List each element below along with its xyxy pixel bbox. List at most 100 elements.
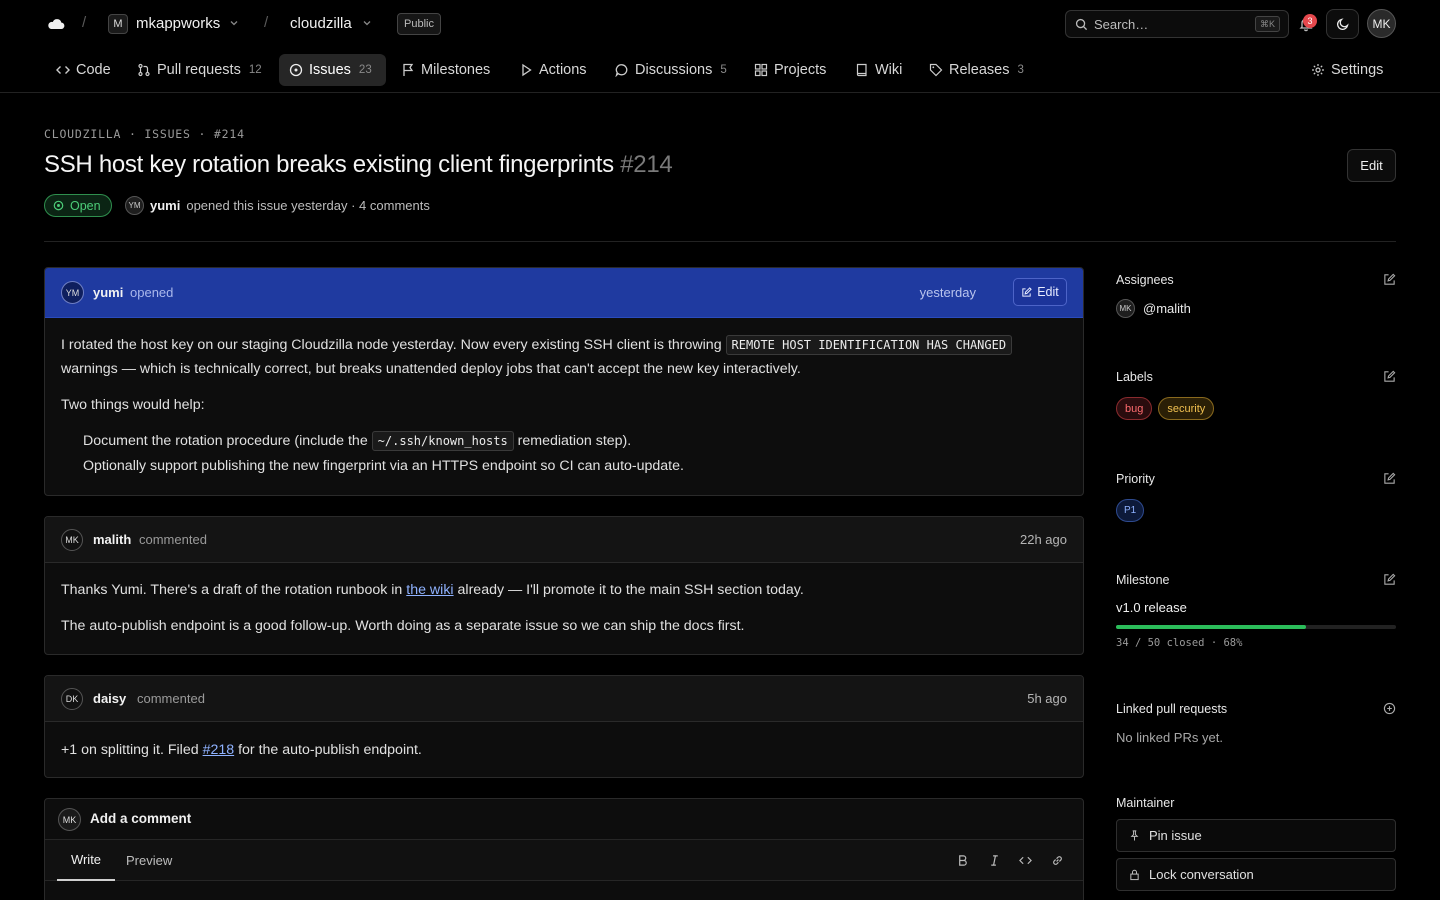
label-chip-security[interactable]: security	[1158, 397, 1215, 420]
org-name-link[interactable]: mkappworks	[136, 15, 220, 32]
chevron-down-icon[interactable]	[362, 18, 372, 28]
list-item: Optionally support publishing the new fi…	[83, 458, 684, 474]
pencil-square-icon[interactable]	[1383, 472, 1396, 485]
comment-header: MK malith commented 22h ago	[45, 517, 1083, 563]
tab-label: Releases	[949, 62, 1010, 78]
wiki-link[interactable]: the wiki	[406, 582, 453, 598]
italic-icon[interactable]	[988, 854, 1001, 867]
tab-issues[interactable]: Issues 23	[279, 54, 386, 86]
comment-action: commented	[137, 691, 205, 706]
path-separator: /	[264, 14, 269, 31]
chevron-down-icon[interactable]	[229, 18, 239, 28]
section-label: Assignees	[1116, 273, 1174, 287]
issue-link[interactable]: #218	[203, 742, 235, 758]
tab-releases[interactable]: Releases 3	[919, 54, 1034, 86]
comment-author-link[interactable]: malith	[93, 532, 131, 547]
edit-issue-button[interactable]: Edit	[1347, 149, 1396, 182]
list-item: Document the rotation procedure (include…	[83, 429, 1067, 453]
tab-label: Settings	[1331, 62, 1384, 78]
author-link[interactable]: yumi	[150, 198, 180, 213]
book-icon	[856, 63, 867, 77]
play-icon	[522, 63, 532, 77]
cloud-logo-icon[interactable]	[46, 14, 66, 34]
tab-projects[interactable]: Projects	[744, 54, 836, 86]
moon-icon	[1336, 18, 1349, 31]
issue-title: SSH host key rotation breaks existing cl…	[44, 151, 614, 178]
lock-conversation-button[interactable]: Lock conversation	[1116, 858, 1396, 891]
section-label: Labels	[1116, 370, 1153, 384]
milestone-progress-fill	[1116, 625, 1307, 629]
assignee-name: @malith	[1143, 301, 1191, 316]
tab-write[interactable]: Write	[57, 840, 115, 881]
divider	[44, 241, 1396, 242]
user-avatar[interactable]: MK	[1367, 9, 1396, 38]
tab-discussions[interactable]: Discussions 5	[605, 54, 737, 86]
repo-name-link[interactable]: cloudzilla	[290, 15, 352, 32]
theme-toggle-button[interactable]	[1326, 9, 1359, 39]
comment-text: I rotated the host key on our staging Cl…	[61, 337, 722, 353]
avatar: MK	[1116, 299, 1135, 318]
comment-text: The auto-publish endpoint is a good foll…	[61, 618, 745, 634]
comment-author-link[interactable]: yumi	[93, 285, 123, 300]
edit-comment-button[interactable]: Edit	[1013, 278, 1067, 306]
tab-code[interactable]: Code	[46, 54, 121, 86]
comment-card: YM yumi opened yesterday Edit I rotated …	[44, 267, 1084, 496]
org-avatar[interactable]: M	[108, 14, 128, 34]
tab-settings[interactable]: Settings	[1301, 54, 1393, 86]
link-icon[interactable]	[1051, 854, 1064, 867]
code-icon[interactable]	[1019, 854, 1032, 867]
pencil-square-icon	[1022, 286, 1033, 297]
avatar: YM	[125, 196, 144, 215]
tab-count: 5	[720, 64, 727, 76]
tab-preview[interactable]: Preview	[126, 840, 172, 881]
pencil-square-icon[interactable]	[1383, 573, 1396, 586]
tab-count: 23	[358, 64, 372, 76]
tab-wiki[interactable]: Wiki	[845, 54, 912, 86]
pin-icon	[1130, 830, 1139, 841]
comment-text: +1 on splitting it. Filed	[61, 742, 199, 758]
comment-body: I rotated the host key on our staging Cl…	[45, 333, 1083, 478]
tab-label: Actions	[539, 62, 587, 78]
issue-open-icon	[289, 63, 303, 77]
breadcrumb: CLOUDZILLA · ISSUES · #214	[44, 127, 245, 141]
avatar: DK	[61, 688, 83, 710]
comment-card: DK daisy commented 5h ago +1 on splittin…	[44, 675, 1084, 778]
label-chip-bug[interactable]: bug	[1116, 397, 1153, 420]
avatar: MK	[61, 529, 83, 551]
top-bar: / M mkappworks / cloudzilla Public Searc…	[0, 0, 1440, 48]
comment-text: already — I'll promote it to the main SS…	[457, 582, 804, 598]
repo-nav: Code Pull requests 12 Issues 23 Mileston…	[0, 48, 1440, 93]
issue-number: #214	[620, 151, 673, 178]
section-label: Linked pull requests	[1116, 702, 1228, 716]
comment-text: for the auto-publish endpoint.	[238, 742, 422, 758]
comment-header: DK daisy commented 5h ago	[45, 676, 1083, 722]
assignee-item[interactable]: MK @malith	[1116, 299, 1191, 318]
linked-prs-section: Linked pull requests No linked PRs yet.	[1116, 700, 1396, 745]
bold-icon[interactable]	[956, 854, 969, 867]
pencil-square-icon[interactable]	[1383, 273, 1396, 286]
priority-chip[interactable]: P1	[1116, 499, 1145, 522]
comment-list: Document the rotation procedure (include…	[61, 429, 1067, 478]
code-icon	[56, 66, 70, 74]
tab-actions[interactable]: Actions	[509, 54, 597, 86]
comment-author-link[interactable]: daisy	[93, 691, 126, 706]
pin-issue-button[interactable]: Pin issue	[1116, 819, 1396, 852]
tab-count: 3	[1017, 64, 1024, 76]
comment-body: Thanks Yumi. There's a draft of the rota…	[45, 578, 1083, 638]
speech-bubble-icon	[615, 64, 628, 77]
comment-text: Two things would help:	[61, 397, 205, 413]
plus-circle-icon[interactable]	[1383, 702, 1396, 715]
list-item-text: Document the rotation procedure (include…	[83, 433, 368, 449]
comment-body: +1 on splitting it. Filed #218 for the a…	[45, 738, 1083, 762]
pin-issue-label: Pin issue	[1149, 828, 1202, 843]
milestone-stats: 34 / 50 closed · 68%	[1116, 637, 1243, 649]
comment-action: commented	[139, 532, 207, 547]
pencil-square-icon[interactable]	[1383, 370, 1396, 383]
milestone-name[interactable]: v1.0 release	[1116, 600, 1187, 615]
comment-text: warnings — which is technically correct,…	[61, 361, 801, 377]
tab-pull-requests[interactable]: Pull requests 12	[127, 54, 272, 86]
tab-milestones[interactable]: Milestones	[391, 54, 500, 86]
search-input[interactable]: Search… ⌘K	[1065, 10, 1289, 38]
search-placeholder: Search…	[1094, 17, 1149, 32]
issue-open-icon	[53, 200, 64, 211]
